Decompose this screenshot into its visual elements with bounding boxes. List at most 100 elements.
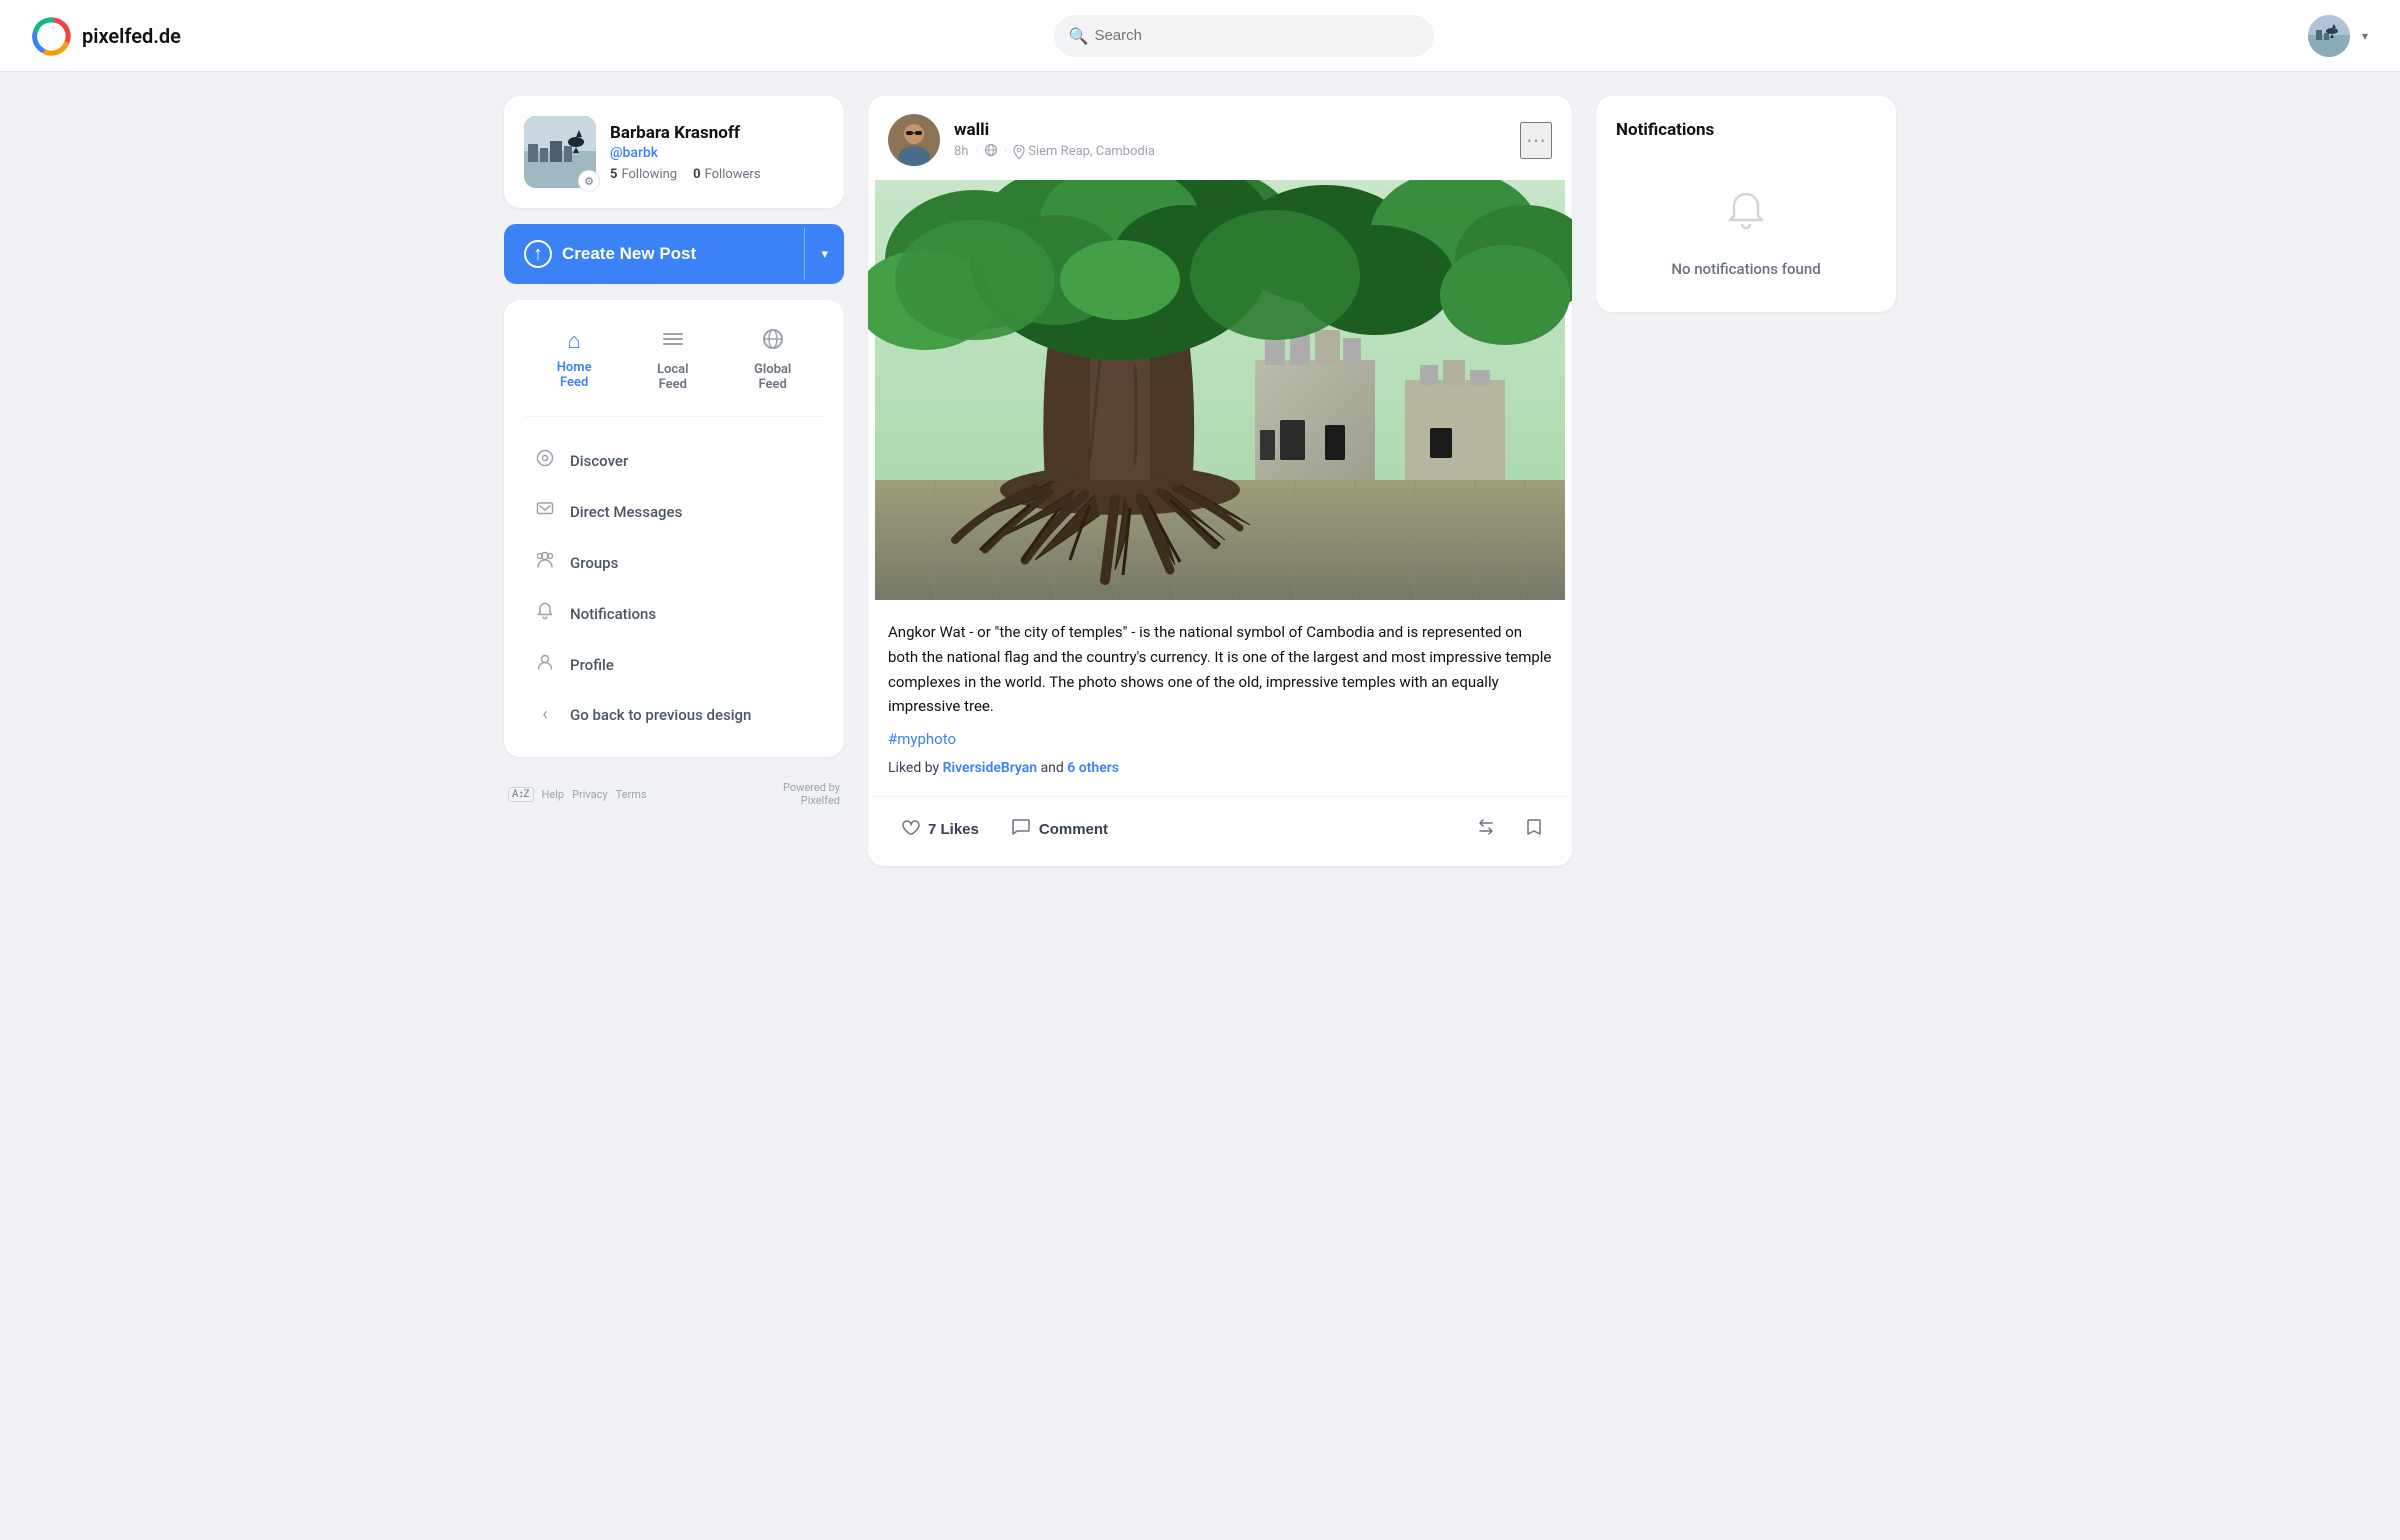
following-stat: 5 Following: [610, 167, 677, 182]
post-card: walli 8h · ·: [868, 96, 1572, 866]
profile-handle[interactable]: @barbk: [610, 145, 761, 161]
footer-powered: Powered by Pixelfed: [783, 781, 840, 807]
comment-icon: [1011, 817, 1031, 842]
post-likes-info: Liked by RiversideBryan and 6 others: [888, 760, 1552, 776]
create-post-button[interactable]: ↑ Create New Post ▾: [504, 224, 844, 284]
notifications-empty-text: No notifications found: [1671, 260, 1820, 278]
nav-card: ⌂ HomeFeed LocalFeed: [504, 300, 844, 757]
site-name: pixelfed.de: [82, 24, 181, 48]
search-input[interactable]: [1054, 15, 1434, 57]
main-feed: walli 8h · ·: [868, 96, 1572, 866]
privacy-link[interactable]: Privacy: [572, 788, 608, 801]
followers-count: 0: [693, 167, 700, 182]
notifications-empty: No notifications found: [1616, 168, 1876, 288]
user-avatar-header[interactable]: [2308, 15, 2350, 57]
tab-home-feed[interactable]: ⌂ HomeFeed: [545, 320, 604, 400]
post-text: Angkor Wat - or "the city of temples" - …: [888, 620, 1552, 719]
sidebar-item-go-back[interactable]: ‹ Go back to previous design: [524, 692, 824, 737]
settings-badge[interactable]: ⚙: [578, 170, 600, 192]
logo-link[interactable]: pixelfed.de: [32, 16, 181, 56]
discover-label: Discover: [570, 452, 628, 470]
post-body: Angkor Wat - or "the city of temples" - …: [868, 600, 1572, 796]
global-feed-icon: [762, 328, 784, 356]
header-right: ▾: [2308, 15, 2368, 57]
create-post-label: Create New Post: [562, 244, 696, 264]
groups-label: Groups: [570, 554, 618, 572]
like-count: 7 Likes: [928, 821, 979, 838]
profile-card: ⚙ Barbara Krasnoff @barbk 5 Following 0 …: [504, 96, 844, 208]
sidebar: ⚙ Barbara Krasnoff @barbk 5 Following 0 …: [504, 96, 844, 815]
location-text: Siem Reap, Cambodia: [1028, 144, 1155, 159]
post-image: [868, 180, 1572, 600]
comment-button[interactable]: Comment: [999, 809, 1120, 850]
direct-messages-icon: [534, 500, 556, 523]
post-avatar[interactable]: [888, 114, 940, 166]
post-avatar-svg: [888, 114, 940, 166]
page-layout: ⚙ Barbara Krasnoff @barbk 5 Following 0 …: [480, 72, 1920, 890]
more-icon: ⋯: [1526, 130, 1546, 152]
like-button[interactable]: 7 Likes: [888, 809, 991, 850]
sidebar-item-direct-messages[interactable]: Direct Messages: [524, 488, 824, 535]
sidebar-item-groups[interactable]: Groups: [524, 539, 824, 586]
profile-info: Barbara Krasnoff @barbk 5 Following 0 Fo…: [610, 123, 761, 182]
footer-left: A↕Z Help Privacy Terms: [508, 787, 647, 802]
followers-stat: 0 Followers: [693, 167, 760, 182]
sidebar-item-profile[interactable]: Profile: [524, 641, 824, 688]
help-link[interactable]: Help: [542, 788, 565, 801]
chevron-down-icon: ▾: [821, 246, 828, 261]
tab-local-feed[interactable]: LocalFeed: [645, 320, 701, 400]
profile-label: Profile: [570, 656, 614, 674]
likes-user-link[interactable]: RiversideBryan: [943, 760, 1038, 776]
bookmark-button[interactable]: [1516, 809, 1552, 850]
feed-tabs: ⌂ HomeFeed LocalFeed: [524, 320, 824, 417]
followers-label: Followers: [705, 167, 761, 182]
site-header: pixelfed.de 🔍 ▾: [0, 0, 2400, 72]
post-hashtag[interactable]: #myphoto: [888, 730, 956, 748]
bell-empty-icon: [1722, 188, 1770, 246]
footer-links: Help Privacy Terms: [542, 788, 647, 801]
likes-others-link[interactable]: 6 others: [1067, 760, 1119, 776]
notifications-title: Notifications: [1616, 120, 1876, 140]
repost-icon: [1476, 817, 1496, 837]
sidebar-item-discover[interactable]: Discover: [524, 437, 824, 484]
tab-global-feed[interactable]: GlobalFeed: [742, 320, 803, 400]
following-count: 5: [610, 167, 617, 182]
discover-icon: [534, 449, 556, 472]
sidebar-item-notifications[interactable]: Notifications: [524, 590, 824, 637]
bookmark-icon: [1524, 817, 1544, 837]
profile-stats: 5 Following 0 Followers: [610, 167, 761, 182]
post-location: Siem Reap, Cambodia: [1013, 144, 1155, 159]
post-time: 8h: [954, 144, 968, 159]
global-feed-label: GlobalFeed: [754, 362, 791, 392]
account-dropdown-icon[interactable]: ▾: [2362, 29, 2368, 43]
post-header: walli 8h · ·: [868, 96, 1572, 180]
repost-button[interactable]: [1468, 809, 1504, 850]
logo-icon: [32, 16, 72, 56]
meta-dot-1: ·: [974, 144, 977, 159]
home-feed-icon: ⌂: [568, 328, 581, 354]
search-icon: 🔍: [1068, 26, 1088, 45]
post-user: walli 8h · ·: [888, 114, 1155, 166]
powered-by-text: Powered by: [783, 781, 840, 794]
search-area: 🔍: [181, 15, 2308, 57]
post-actions-left: 7 Likes Comment: [888, 809, 1120, 850]
create-post-upload-icon: ↑: [524, 240, 552, 268]
search-wrapper: 🔍: [1054, 15, 1434, 57]
create-post-main: ↑ Create New Post: [504, 224, 804, 284]
profile-avatar: ⚙: [524, 116, 596, 188]
post-globe-icon: [984, 143, 998, 161]
avatar-image: [2308, 15, 2350, 57]
direct-messages-label: Direct Messages: [570, 503, 682, 521]
comment-label: Comment: [1039, 821, 1108, 838]
terms-link[interactable]: Terms: [616, 788, 647, 801]
create-post-dropdown-btn[interactable]: ▾: [805, 246, 844, 262]
post-username[interactable]: walli: [954, 120, 1155, 140]
profile-name: Barbara Krasnoff: [610, 123, 761, 143]
meta-dot-2: ·: [1004, 144, 1007, 159]
az-badge: A↕Z: [508, 787, 534, 802]
location-pin-icon: [1013, 145, 1025, 159]
powered-product: Pixelfed: [801, 794, 840, 807]
post-more-button[interactable]: ⋯: [1520, 122, 1552, 159]
go-back-label: Go back to previous design: [570, 706, 751, 724]
notifications-label: Notifications: [570, 605, 656, 623]
